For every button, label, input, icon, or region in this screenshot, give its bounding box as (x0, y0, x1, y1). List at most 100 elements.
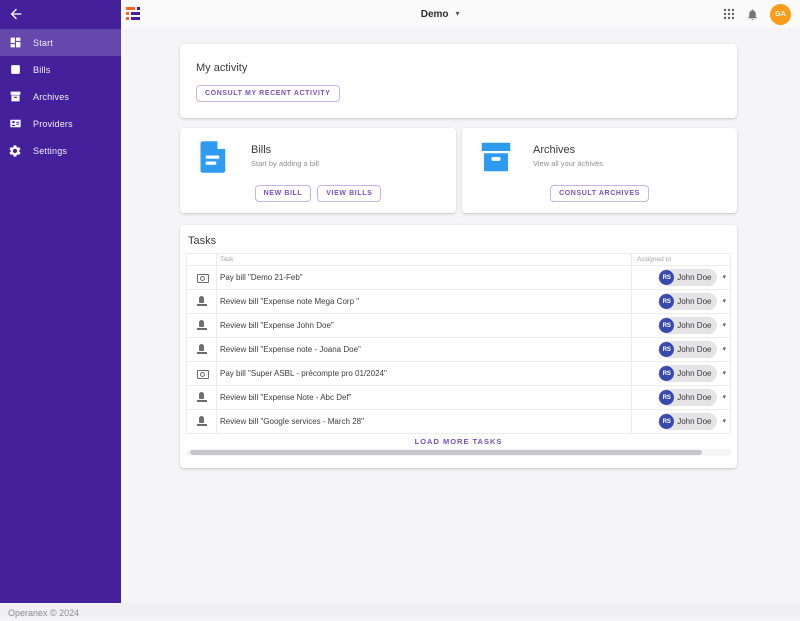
sidebar: Start Bills Archives Providers Settings (0, 0, 121, 603)
chevron-down-icon[interactable] (722, 370, 726, 377)
sidebar-nav: Start Bills Archives Providers Settings (0, 29, 121, 164)
view-bills-button[interactable]: VIEW BILLS (317, 185, 381, 202)
contact-badge-icon (8, 117, 22, 131)
bills-card: Bills Start by adding a bill NEW BILL VI… (180, 128, 456, 213)
task-column-header: Task (217, 254, 632, 265)
chevron-down-icon[interactable] (722, 418, 726, 425)
footer: Operanex © 2024 (0, 603, 800, 617)
assignee-avatar: RS (659, 294, 674, 309)
task-label: Review bill "Expense note - Joana Doe" (217, 338, 632, 361)
consult-archives-button[interactable]: CONSULT ARCHIVES (550, 185, 649, 202)
consult-activity-button[interactable]: CONSULT MY RECENT ACTIVITY (196, 85, 340, 102)
sidebar-item-label: Providers (33, 119, 73, 129)
workspace-name: Demo (421, 9, 449, 20)
assignee-name: John Doe (677, 345, 711, 354)
new-bill-button[interactable]: NEW BILL (255, 185, 312, 202)
task-label: Pay bill "Super ASBL - précompte pro 01/… (217, 362, 632, 385)
sidebar-item-label: Archives (33, 92, 69, 102)
notifications-button[interactable] (746, 8, 759, 21)
task-label: Review bill "Expense John Doe" (217, 314, 632, 337)
assignee-chip[interactable]: RS John Doe (658, 341, 717, 358)
dashboard-icon (8, 36, 22, 50)
table-row: Review bill "Expense note - Joana Doe" R… (187, 338, 730, 362)
archives-card: Archives View all your achives CONSULT A… (462, 128, 737, 213)
bills-title: Bills (251, 144, 319, 156)
chevron-down-icon[interactable] (722, 322, 726, 329)
table-row: Pay bill "Super ASBL - précompte pro 01/… (187, 362, 730, 386)
archive-icon (8, 90, 22, 104)
sidebar-item-start[interactable]: Start (0, 29, 121, 56)
assignee-name: John Doe (677, 393, 711, 402)
task-type-icon (196, 296, 208, 307)
task-type-icon (196, 368, 208, 379)
tasks-table: Task Assigned to Pay bill "Demo 21-Feb" … (186, 253, 731, 434)
apps-grid-icon (723, 8, 735, 20)
tasks-title: Tasks (188, 235, 216, 247)
apps-grid-button[interactable] (723, 8, 735, 20)
task-label: Review bill "Google services - March 28" (217, 410, 632, 433)
my-activity-card: My activity CONSULT MY RECENT ACTIVITY (180, 44, 737, 118)
assignee-name: John Doe (677, 297, 711, 306)
assignee-name: John Doe (677, 417, 711, 426)
topbar-actions: GA (723, 0, 791, 28)
sidebar-item-providers[interactable]: Providers (0, 110, 121, 137)
task-type-icon (196, 344, 208, 355)
assignee-chip[interactable]: RS John Doe (658, 365, 717, 382)
assignee-avatar: RS (659, 270, 674, 285)
sidebar-item-label: Start (33, 38, 53, 48)
assignee-avatar: RS (659, 318, 674, 333)
sidebar-item-bills[interactable]: Bills (0, 56, 121, 83)
back-button[interactable] (8, 7, 26, 25)
chevron-down-icon[interactable] (722, 274, 726, 281)
table-row: Review bill "Expense Note - Abc Def" RS … (187, 386, 730, 410)
task-type-icon (196, 416, 208, 427)
chevron-down-icon (456, 10, 460, 18)
horizontal-scrollbar-thumb[interactable] (190, 450, 702, 455)
task-label: Review bill "Expense note Mega Corp " (217, 290, 632, 313)
tasks-card: Tasks Task Assigned to Pay bill "Demo 21… (180, 225, 737, 468)
assignee-avatar: RS (659, 414, 674, 429)
back-arrow-icon (8, 6, 24, 27)
table-row: Review bill "Google services - March 28"… (187, 410, 730, 434)
assignee-chip[interactable]: RS John Doe (658, 293, 717, 310)
sidebar-item-archives[interactable]: Archives (0, 83, 121, 110)
assigned-column-header: Assigned to (632, 254, 730, 265)
load-more-tasks-button[interactable]: LOAD MORE TASKS (180, 437, 737, 446)
workspace-switcher[interactable]: Demo (421, 0, 460, 28)
chevron-down-icon[interactable] (722, 346, 726, 353)
app-logo[interactable] (126, 7, 141, 21)
assignee-chip[interactable]: RS John Doe (658, 317, 717, 334)
assignee-chip[interactable]: RS John Doe (658, 389, 717, 406)
task-type-icon (196, 392, 208, 403)
archives-subtitle: View all your achives (533, 159, 603, 168)
assignee-name: John Doe (677, 321, 711, 330)
assignee-name: John Doe (677, 273, 711, 282)
table-row: Pay bill "Demo 21-Feb" RS John Doe (187, 266, 730, 290)
assignee-avatar: RS (659, 366, 674, 381)
bell-icon (746, 8, 759, 21)
assignee-avatar: RS (659, 342, 674, 357)
main-content: My activity CONSULT MY RECENT ACTIVITY B… (121, 28, 800, 603)
topbar: Demo GA (121, 0, 800, 28)
tasks-table-header: Task Assigned to (187, 254, 730, 266)
user-avatar[interactable]: GA (770, 4, 791, 25)
sidebar-item-label: Bills (33, 65, 51, 75)
assignee-avatar: RS (659, 390, 674, 405)
gear-icon (8, 144, 22, 158)
archives-title: Archives (533, 144, 603, 156)
chevron-down-icon[interactable] (722, 394, 726, 401)
document-icon (196, 139, 232, 175)
chevron-down-icon[interactable] (722, 298, 726, 305)
assignee-chip[interactable]: RS John Doe (658, 269, 717, 286)
task-type-icon (196, 272, 208, 283)
footer-copyright: Operanex © 2024 (0, 606, 79, 620)
archive-box-icon (478, 139, 514, 175)
horizontal-scrollbar-track[interactable] (186, 449, 731, 456)
task-label: Review bill "Expense Note - Abc Def" (217, 386, 632, 409)
sidebar-item-settings[interactable]: Settings (0, 137, 121, 164)
sidebar-item-label: Settings (33, 146, 67, 156)
task-type-icon (196, 320, 208, 331)
assignee-chip[interactable]: RS John Doe (658, 413, 717, 430)
assignee-name: John Doe (677, 369, 711, 378)
bills-subtitle: Start by adding a bill (251, 159, 319, 168)
